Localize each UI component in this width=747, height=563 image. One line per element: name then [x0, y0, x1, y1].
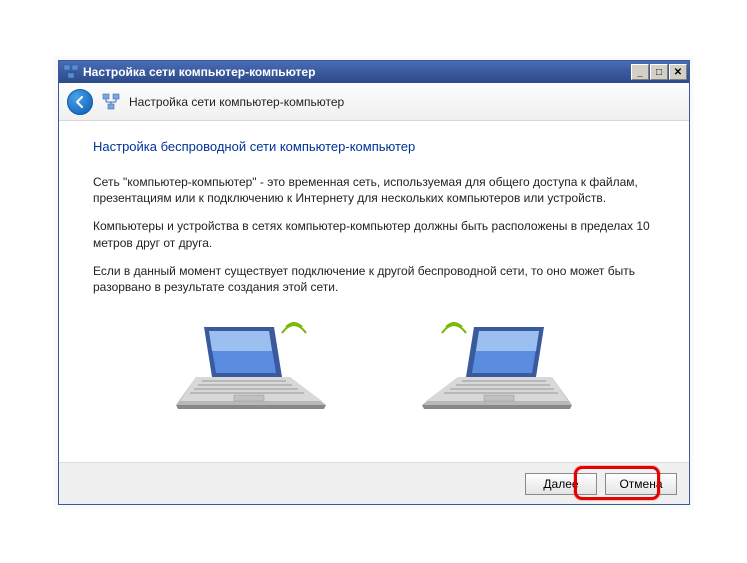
titlebar-icon — [63, 64, 79, 80]
laptop-left-icon — [174, 309, 344, 419]
wizard-content: Настройка беспроводной сети компьютер-ко… — [59, 121, 689, 419]
wizard-footer: Далее Отмена — [59, 462, 689, 504]
wizard-header-title: Настройка сети компьютер-компьютер — [129, 95, 344, 109]
titlebar-text: Настройка сети компьютер-компьютер — [83, 65, 630, 79]
content-paragraph-2: Компьютеры и устройства в сетях компьюте… — [93, 218, 655, 250]
network-icon — [101, 92, 121, 112]
cancel-button[interactable]: Отмена — [605, 473, 677, 495]
close-button[interactable]: ✕ — [669, 64, 687, 80]
maximize-button[interactable]: □ — [650, 64, 668, 80]
content-paragraph-1: Сеть "компьютер-компьютер" - это временн… — [93, 174, 655, 206]
content-heading: Настройка беспроводной сети компьютер-ко… — [93, 139, 655, 154]
minimize-button[interactable]: _ — [631, 64, 649, 80]
titlebar: Настройка сети компьютер-компьютер _ □ ✕ — [59, 61, 689, 83]
window-buttons: _ □ ✕ — [630, 64, 687, 80]
wizard-header: Настройка сети компьютер-компьютер — [59, 83, 689, 121]
next-button[interactable]: Далее — [525, 473, 597, 495]
laptop-right-icon — [404, 309, 574, 419]
wizard-window: Настройка сети компьютер-компьютер _ □ ✕ — [58, 60, 690, 505]
content-paragraph-3: Если в данный момент существует подключе… — [93, 263, 655, 295]
laptops-illustration — [93, 309, 655, 419]
back-button[interactable] — [67, 89, 93, 115]
